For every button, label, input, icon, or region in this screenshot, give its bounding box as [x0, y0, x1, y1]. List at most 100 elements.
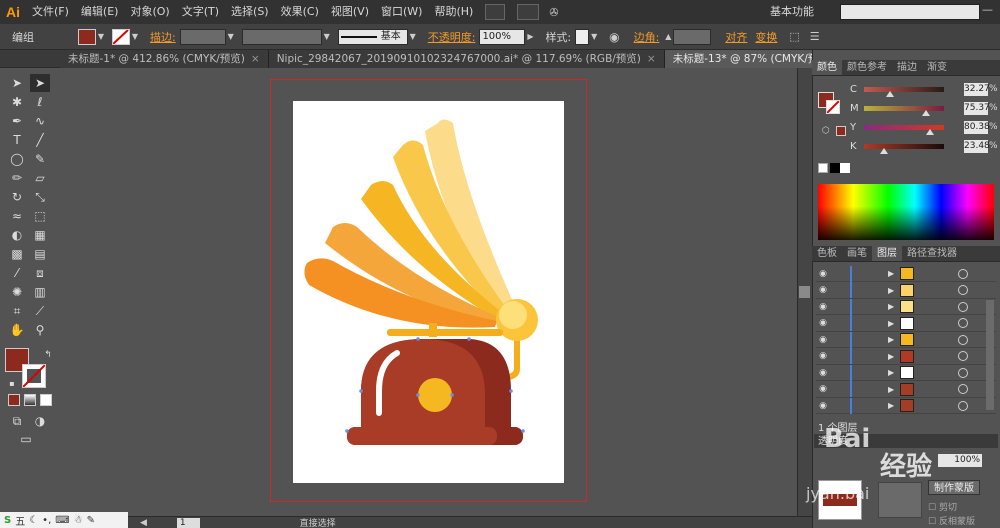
eye-icon[interactable]: ◉ [816, 335, 830, 345]
target-icon[interactable] [958, 367, 969, 378]
slider-thumb[interactable] [922, 109, 930, 116]
fill-swatch[interactable] [78, 28, 96, 45]
tab-gradient[interactable]: 渐变 [922, 60, 952, 75]
slider-track[interactable] [864, 86, 944, 97]
eye-icon[interactable]: ◉ [816, 351, 830, 361]
expand-arrow-icon[interactable]: ▶ [888, 401, 894, 410]
hand-tool-icon[interactable]: ✋ [7, 321, 27, 339]
chevron-down-icon[interactable]: ▼ [589, 29, 599, 45]
target-icon[interactable] [958, 318, 969, 328]
expand-arrow-icon[interactable]: ▶ [888, 352, 894, 361]
none-color-swatch[interactable] [818, 163, 828, 173]
tab-pathfinder[interactable]: 路径查找器 [902, 246, 962, 261]
draw-mode-icon[interactable]: ⧉ [7, 412, 27, 430]
panel-stroke-swatch[interactable] [826, 100, 840, 114]
slider-track[interactable] [864, 124, 944, 135]
invert-mask-checkbox[interactable]: ☐ 反相蒙版 [928, 514, 975, 527]
slider-track[interactable] [864, 143, 944, 154]
magic-wand-icon[interactable]: ✱ [7, 93, 27, 111]
layer-row[interactable]: ◉ ▶ [816, 364, 996, 381]
menu-view[interactable]: 视图(V) [325, 0, 375, 24]
none-mode-icon[interactable] [40, 394, 52, 406]
type-tool-icon[interactable]: T [7, 131, 27, 149]
perspective-grid-icon[interactable]: ▩ [7, 245, 27, 263]
selection-tool-icon[interactable]: ➤ [7, 74, 27, 92]
status-tool-label[interactable]: 直接选择 [300, 516, 336, 528]
chevron-right-icon[interactable]: ▶ [525, 29, 535, 45]
line-tool-icon[interactable]: ╱ [30, 131, 50, 149]
brush-definition[interactable]: 基本 [337, 28, 408, 45]
menu-type[interactable]: 文字(T) [176, 0, 225, 24]
eye-icon[interactable]: ◉ [816, 368, 830, 378]
ellipse-tool-icon[interactable]: ◯ [7, 150, 27, 168]
menu-help[interactable]: 帮助(H) [428, 0, 479, 24]
expand-arrow-icon[interactable]: ▶ [888, 269, 894, 278]
close-icon[interactable]: × [647, 53, 656, 65]
eye-icon[interactable]: ◉ [816, 269, 830, 279]
rotate-tool-icon[interactable]: ↻ [7, 188, 27, 206]
warp-tool-icon[interactable]: ≈ [7, 207, 27, 225]
crank-bar[interactable] [387, 329, 503, 336]
ime-keyboard-icon[interactable]: ⌨ [55, 515, 69, 526]
layer-row[interactable]: ◉ ▶ [816, 298, 996, 315]
transform-label[interactable]: 变换 [751, 29, 781, 45]
slider-track[interactable] [864, 105, 944, 116]
target-icon[interactable] [958, 285, 969, 295]
magenta-value[interactable]: 75.37 [964, 101, 990, 115]
minimize-icon[interactable]: — [982, 3, 998, 19]
tools-panel-header[interactable] [0, 50, 60, 68]
shape-builder-icon[interactable]: ◐ [7, 226, 27, 244]
eyedropper-icon[interactable]: ⁄ [7, 264, 27, 282]
artboard-nav-prev-icon[interactable]: ◀ [140, 518, 147, 528]
pen-tool-icon[interactable]: ✒ [7, 112, 27, 130]
corner-radius-field[interactable] [673, 28, 712, 45]
close-icon[interactable]: × [251, 53, 260, 65]
corner-label[interactable]: 边角: [630, 29, 664, 45]
color-spectrum[interactable] [818, 184, 994, 240]
black-slider[interactable]: K 23.48% [850, 139, 998, 154]
gradient-tool-icon[interactable]: ▤ [30, 245, 50, 263]
ime-mode-icon[interactable]: 五 [15, 513, 25, 528]
swap-colors-icon[interactable]: ↰ [38, 346, 58, 364]
stroke-swatch[interactable] [112, 28, 130, 45]
chevron-down-icon[interactable]: ▼ [130, 29, 140, 45]
slider-thumb[interactable] [880, 147, 888, 154]
live-paint-icon[interactable]: ▦ [30, 226, 50, 244]
symbol-sprayer-icon[interactable]: ✺ [7, 283, 27, 301]
layer-row[interactable]: ◉ ▶ [816, 397, 996, 414]
slice-tool-icon[interactable]: ⟋ [30, 302, 50, 320]
target-icon[interactable] [958, 351, 969, 361]
layer-row[interactable]: ◉ ▶ [816, 348, 996, 365]
lasso-icon[interactable]: ℓ [30, 93, 50, 111]
eye-icon[interactable]: ◉ [816, 401, 830, 411]
color-mode-icon[interactable] [8, 394, 20, 406]
transparency-opacity-field[interactable]: 100% [938, 454, 982, 467]
expand-arrow-icon[interactable]: ▶ [888, 302, 894, 311]
yellow-value[interactable]: 80.38 [964, 120, 990, 134]
target-icon[interactable] [958, 400, 969, 411]
scrollbar-thumb[interactable] [799, 286, 810, 298]
eye-icon[interactable]: ◉ [816, 318, 830, 328]
cyan-value[interactable]: 32.27 [964, 82, 990, 96]
search-input[interactable] [840, 4, 980, 20]
eraser-icon[interactable]: ▱ [30, 169, 50, 187]
scale-tool-icon[interactable]: ⤡ [30, 188, 50, 206]
target-icon[interactable] [958, 334, 969, 345]
ime-moon-icon[interactable]: ☾ [29, 515, 38, 526]
yellow-slider[interactable]: Y 80.38% [850, 120, 998, 135]
eye-icon[interactable]: ◉ [816, 285, 830, 295]
artboard[interactable] [293, 101, 564, 483]
screen-mode-icon[interactable]: ▭ [16, 430, 36, 448]
tab-color-guide[interactable]: 颜色参考 [842, 60, 892, 75]
expand-arrow-icon[interactable]: ▶ [888, 286, 894, 295]
zoom-tool-icon[interactable]: ⚲ [30, 321, 50, 339]
graphic-style-swatch[interactable] [575, 28, 590, 45]
opacity-label[interactable]: 不透明度: [424, 29, 480, 45]
magenta-slider[interactable]: M 75.37% [850, 101, 998, 116]
align-label[interactable]: 对齐 [721, 29, 751, 45]
isolate-group-icon[interactable]: ⬚ [789, 30, 799, 43]
direct-selection-tool-icon[interactable]: ➤ [30, 74, 50, 92]
eye-icon[interactable]: ◉ [816, 302, 830, 312]
target-icon[interactable] [958, 301, 969, 312]
graph-tool-icon[interactable]: ▥ [30, 283, 50, 301]
